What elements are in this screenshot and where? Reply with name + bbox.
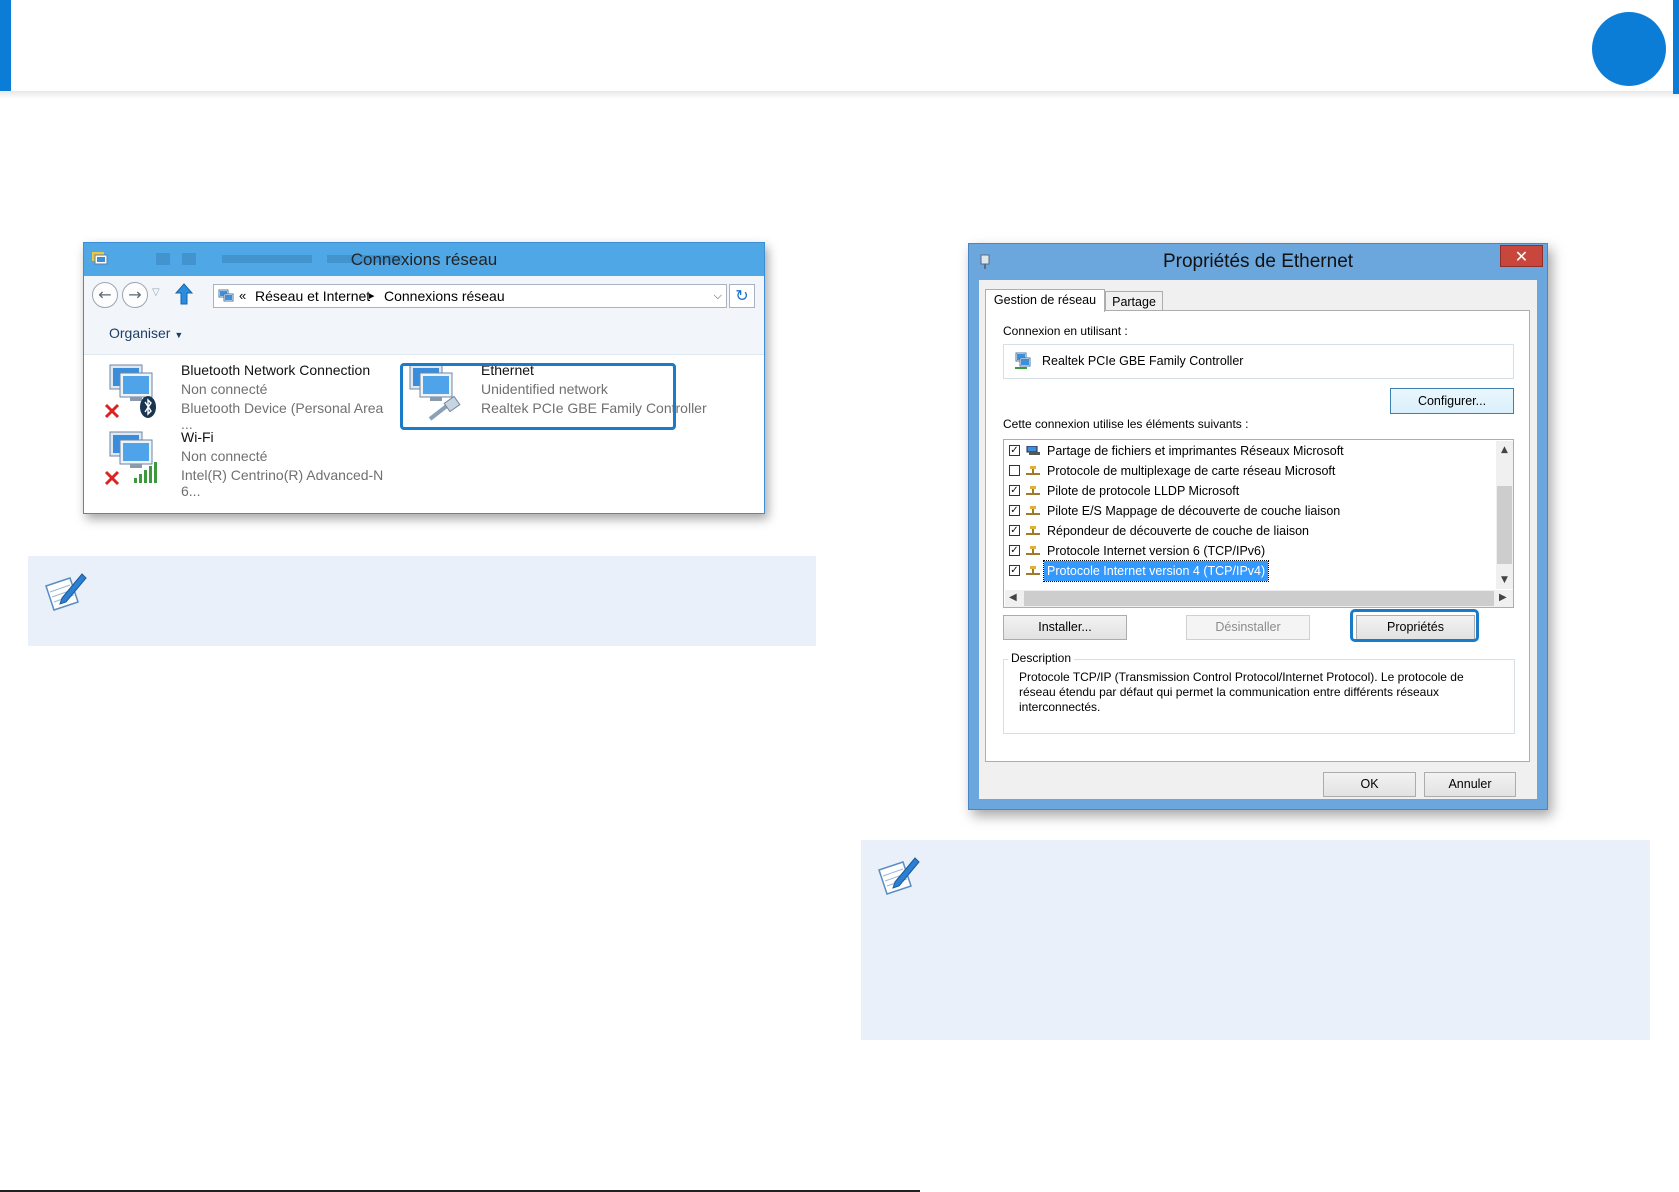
properties-highlight-frame: [1350, 609, 1479, 642]
recent-locations-chevron-icon[interactable]: ▽: [152, 286, 166, 300]
address-bar[interactable]: « Réseau et Internet ▸ Connexions réseau…: [213, 284, 727, 308]
dialog-title: Propriétés de Ethernet: [1162, 251, 1354, 272]
dropdown-arrow-icon: ▼: [174, 330, 184, 340]
dialog-body: Gestion de réseau Partage Connexion en u…: [979, 280, 1537, 799]
tab-networking[interactable]: Gestion de réseau: [985, 289, 1105, 312]
refresh-icon[interactable]: ↻: [729, 284, 755, 308]
protocol-icon: [1026, 546, 1040, 555]
list-item[interactable]: ✓ Partage de fichiers et imprimantes Rése…: [1004, 441, 1498, 461]
scroll-up-icon[interactable]: ▲: [1501, 445, 1508, 455]
configure-button[interactable]: Configurer...: [1390, 388, 1514, 414]
organize-menu[interactable]: Organiser ▼: [109, 325, 183, 341]
command-bar: [84, 314, 764, 355]
list-item[interactable]: ✓ Pilote E/S Mappage de découverte de cou…: [1004, 501, 1498, 521]
breadcrumb-segment-connections[interactable]: Connexions réseau: [384, 285, 505, 307]
description-text: Protocole TCP/IP (Transmission Control P…: [1019, 670, 1464, 714]
cancel-button[interactable]: Annuler: [1424, 772, 1516, 797]
protocol-icon: [1026, 466, 1040, 475]
items-label: Cette connexion utilise les éléments sui…: [1003, 417, 1249, 431]
list-item[interactable]: ✓ Pilote de protocole LLDP Microsoft: [1004, 481, 1498, 501]
description-group: Protocole TCP/IP (Transmission Control P…: [1003, 659, 1515, 734]
item-label: Partage de fichiers et imprimantes Résea…: [1047, 444, 1344, 458]
breadcrumb-segment-network[interactable]: Réseau et Internet: [255, 285, 370, 307]
note-pencil-icon: [878, 857, 920, 895]
description-label: Description: [1008, 651, 1075, 665]
chapter-badge: [1592, 12, 1666, 86]
header-accent-bar: [0, 0, 11, 94]
list-item[interactable]: ✓ Protocole Internet version 4 (TCP/IPv4): [1004, 560, 1498, 582]
list-item[interactable]: ✓ Répondeur de découverte de couche de li…: [1004, 521, 1498, 541]
breadcrumb-separator[interactable]: ▸: [369, 285, 375, 307]
item-checkbox[interactable]: [1009, 465, 1020, 476]
scroll-left-icon[interactable]: ◀: [1009, 592, 1017, 603]
connection-item-wifi[interactable]: Wi-Fi Non connecté Intel(R) Centrino(R) …: [104, 428, 394, 499]
item-label: Répondeur de découverte de couche de lia…: [1047, 524, 1309, 538]
item-label: Protocole de multiplexage de carte résea…: [1047, 464, 1336, 478]
connection-status: Non connecté: [181, 448, 268, 464]
close-icon[interactable]: ✕: [1500, 245, 1543, 267]
up-arrow-icon[interactable]: [175, 283, 193, 305]
protocol-icon: [1026, 506, 1040, 515]
vertical-scrollbar[interactable]: ▲ ▼: [1496, 441, 1513, 589]
components-list[interactable]: ✓ Partage de fichiers et imprimantes Rése…: [1003, 439, 1514, 608]
protocol-icon: [1026, 566, 1040, 575]
networking-tab-panel: Connexion en utilisant : Realtek PCIe GB…: [985, 310, 1530, 762]
breadcrumb-chevrons: «: [239, 288, 247, 303]
window-titlebar: Connexions réseau: [84, 243, 764, 276]
forward-arrow-icon[interactable]: →: [122, 282, 148, 308]
install-button[interactable]: Installer...: [1003, 615, 1127, 640]
note-box: [28, 556, 816, 646]
network-folder-icon: [218, 289, 234, 302]
ethernet-highlight-frame: [400, 363, 676, 430]
horizontal-scrollbar[interactable]: ◀ ▶: [1005, 590, 1513, 607]
item-label: Pilote E/S Mappage de découverte de couc…: [1047, 504, 1341, 518]
connection-name: Wi-Fi: [181, 429, 214, 445]
back-arrow-icon[interactable]: ←: [92, 282, 118, 308]
scroll-thumb[interactable]: [1497, 486, 1512, 564]
item-label: Protocole Internet version 4 (TCP/IPv4): [1042, 560, 1270, 582]
hscroll-thumb[interactable]: [1024, 591, 1494, 606]
ethernet-properties-dialog: Propriétés de Ethernet ✕ Gestion de rése…: [968, 243, 1548, 810]
sharing-service-icon: [1026, 446, 1040, 455]
note-pencil-icon: [45, 573, 87, 611]
item-checkbox[interactable]: ✓: [1009, 445, 1020, 456]
wifi-network-icon: [104, 431, 157, 486]
network-adapter-icon: [1015, 352, 1031, 369]
list-item[interactable]: Protocole de multiplexage de carte résea…: [1004, 461, 1498, 481]
uninstall-button[interactable]: Désinstaller: [1186, 615, 1310, 640]
ok-button[interactable]: OK: [1323, 772, 1416, 797]
organize-label: Organiser: [109, 325, 171, 341]
item-checkbox[interactable]: ✓: [1009, 485, 1020, 496]
adapter-field: Realtek PCIe GBE Family Controller: [1003, 344, 1514, 379]
address-dropdown-icon[interactable]: ⌵: [714, 285, 722, 307]
protocol-icon: [1026, 526, 1040, 535]
connection-name: Bluetooth Network Connection: [181, 362, 371, 378]
protocol-icon: [1026, 486, 1040, 495]
scroll-down-icon[interactable]: ▼: [1501, 575, 1508, 585]
scroll-right-icon[interactable]: ▶: [1499, 592, 1507, 603]
bluetooth-network-icon: [104, 364, 156, 419]
connection-item-bluetooth[interactable]: Bluetooth Network Connection Non connect…: [104, 361, 394, 432]
network-app-icon: [92, 252, 108, 265]
list-item[interactable]: ✓ Protocole Internet version 6 (TCP/IPv6): [1004, 541, 1498, 561]
connection-status: Non connecté: [181, 381, 268, 397]
item-label: Protocole Internet version 6 (TCP/IPv6): [1047, 544, 1266, 558]
header-right-accent: [1673, 0, 1679, 94]
item-checkbox[interactable]: ✓: [1009, 525, 1020, 536]
adapter-name: Realtek PCIe GBE Family Controller: [1042, 354, 1244, 368]
item-label: Pilote de protocole LLDP Microsoft: [1047, 484, 1240, 498]
connection-device: Intel(R) Centrino(R) Advanced-N 6...: [181, 467, 384, 499]
connect-using-label: Connexion en utilisant :: [1003, 324, 1128, 338]
item-checkbox[interactable]: ✓: [1009, 565, 1020, 576]
item-checkbox[interactable]: ✓: [1009, 505, 1020, 516]
network-connections-window: Connexions réseau ← → ▽ « Réseau et Inte…: [83, 242, 765, 514]
titlebar-ghost-toolbar: [156, 253, 402, 265]
item-checkbox[interactable]: ✓: [1009, 545, 1020, 556]
header-divider: [0, 91, 1679, 99]
note-box: [861, 840, 1650, 1040]
